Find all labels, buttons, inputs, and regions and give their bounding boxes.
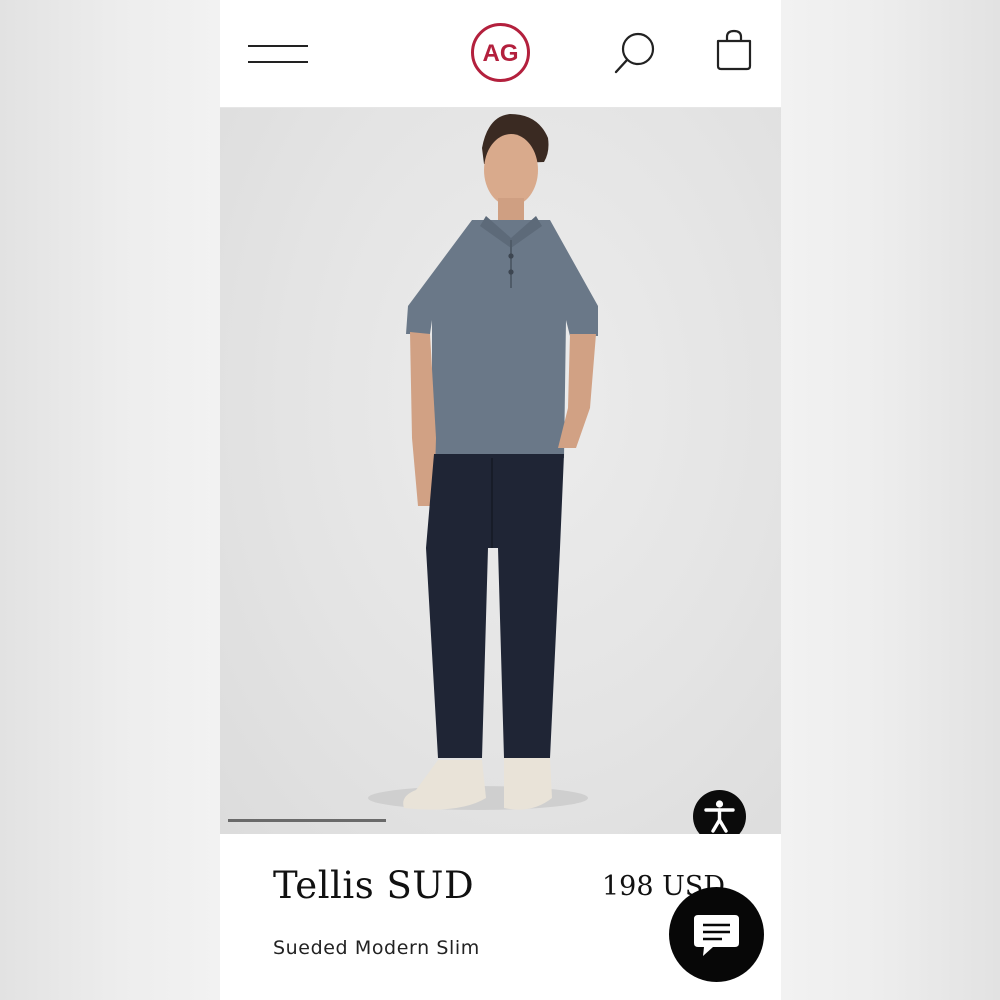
chat-bubble-icon <box>694 915 739 956</box>
product-title: Tellis SUD <box>273 864 475 907</box>
site-header: AG <box>220 0 781 108</box>
logo-text: AG <box>483 40 519 67</box>
accessibility-icon <box>704 800 735 833</box>
shopping-bag-icon[interactable] <box>714 28 754 72</box>
product-image-gallery[interactable] <box>220 108 781 834</box>
accessibility-button[interactable] <box>693 790 746 834</box>
product-page: AG Tellis SUD 198 USD Sueded Modern Slim <box>220 0 781 1000</box>
ag-logo[interactable]: AG <box>470 22 531 83</box>
search-icon[interactable] <box>612 30 658 76</box>
gallery-progress-bar <box>228 819 386 822</box>
hamburger-menu-icon <box>248 45 308 47</box>
chat-button[interactable] <box>669 887 764 982</box>
menu-button[interactable] <box>248 40 310 68</box>
product-subtitle: Sueded Modern Slim <box>273 937 480 959</box>
product-info: Tellis SUD 198 USD Sueded Modern Slim <box>220 834 781 1000</box>
hamburger-menu-line <box>248 61 308 63</box>
product-model-photo <box>368 114 598 810</box>
